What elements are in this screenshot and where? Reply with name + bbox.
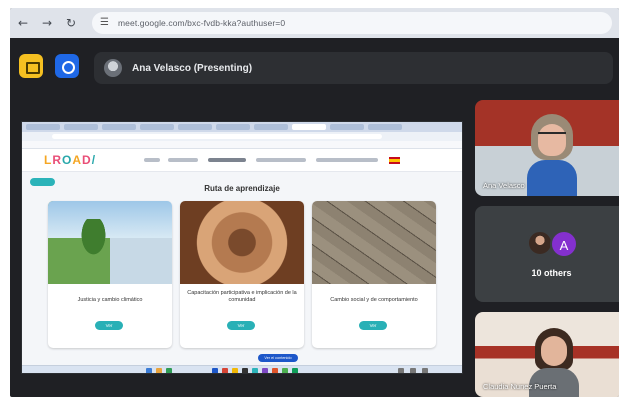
participant-avatar-letter: A: [550, 230, 578, 258]
card-image: [312, 201, 436, 284]
logo-letter: D: [82, 153, 92, 167]
logo-letter: A: [72, 153, 83, 167]
card-image: [180, 201, 304, 284]
shared-bookmarks-bar: [22, 141, 462, 149]
address-bar[interactable]: ☰ meet.google.com/bxc-fvdb-kka?authuser=…: [92, 12, 612, 34]
app-frame: ← → ↻ ☰ meet.google.com/bxc-fvdb-kka?aut…: [10, 8, 619, 397]
spain-flag-icon[interactable]: [389, 157, 400, 164]
shared-browser-tabs: [22, 122, 462, 132]
tune-icon[interactable]: ☰: [100, 17, 112, 29]
learning-card[interactable]: Justicia y cambio climático Ver: [48, 201, 172, 348]
logo-letter: /: [91, 153, 97, 167]
card-caption: Justicia y cambio climático: [77, 297, 143, 303]
others-count: 10 others: [531, 268, 572, 278]
shared-taskbar: [22, 365, 462, 373]
back-arrow-icon[interactable]: ←: [16, 16, 30, 30]
presenting-chip[interactable]: Ana Velasco (Presenting): [94, 52, 613, 84]
card-view-button[interactable]: Ver: [359, 321, 387, 330]
browser-toolbar: ← → ↻ ☰ meet.google.com/bxc-fvdb-kka?aut…: [10, 8, 619, 38]
shared-site-header: LROAD/: [22, 149, 462, 172]
logo-letter: R: [52, 153, 63, 167]
learning-card[interactable]: Capacitación participativa e implicación…: [180, 201, 304, 348]
participant-name: Claudia Nunez Puerta: [483, 382, 557, 391]
card-view-button[interactable]: Ver: [95, 321, 123, 330]
shared-screen: LROAD/ Ruta de aprendizaje Justicia y ca…: [21, 121, 463, 374]
site-logo: LROAD/: [44, 153, 96, 167]
page-title: Ruta de aprendizaje: [204, 184, 280, 193]
reload-icon[interactable]: ↻: [64, 16, 78, 30]
participant-tile[interactable]: Ana Velasco: [475, 100, 619, 196]
card-caption: Capacitación participativa e implicación…: [187, 290, 297, 303]
presenter-label: Ana Velasco (Presenting): [132, 62, 253, 74]
floating-pill-button[interactable]: Ver el contenido: [258, 354, 298, 362]
presenter-avatar: [104, 59, 122, 77]
meeting-details-icon[interactable]: [55, 54, 79, 78]
card-image: [48, 201, 172, 284]
learning-card[interactable]: Cambio social y de comportamiento Ver: [312, 201, 436, 348]
logo-letter: O: [62, 153, 73, 167]
participant-name: Ana Velasco: [483, 181, 525, 190]
forward-arrow-icon[interactable]: →: [40, 16, 54, 30]
url-text: meet.google.com/bxc-fvdb-kka?authuser=0: [118, 18, 286, 28]
participant-video: [527, 114, 577, 196]
participant-tile[interactable]: Claudia Nunez Puerta: [475, 312, 619, 397]
activities-icon[interactable]: [19, 54, 43, 78]
card-view-button[interactable]: Ver: [227, 321, 255, 330]
card-caption: Cambio social y de comportamiento: [330, 297, 418, 303]
others-tile[interactable]: A 10 others: [475, 206, 619, 302]
meet-top-bar: Ana Velasco (Presenting): [10, 38, 619, 88]
shared-address-bar: [22, 132, 462, 141]
